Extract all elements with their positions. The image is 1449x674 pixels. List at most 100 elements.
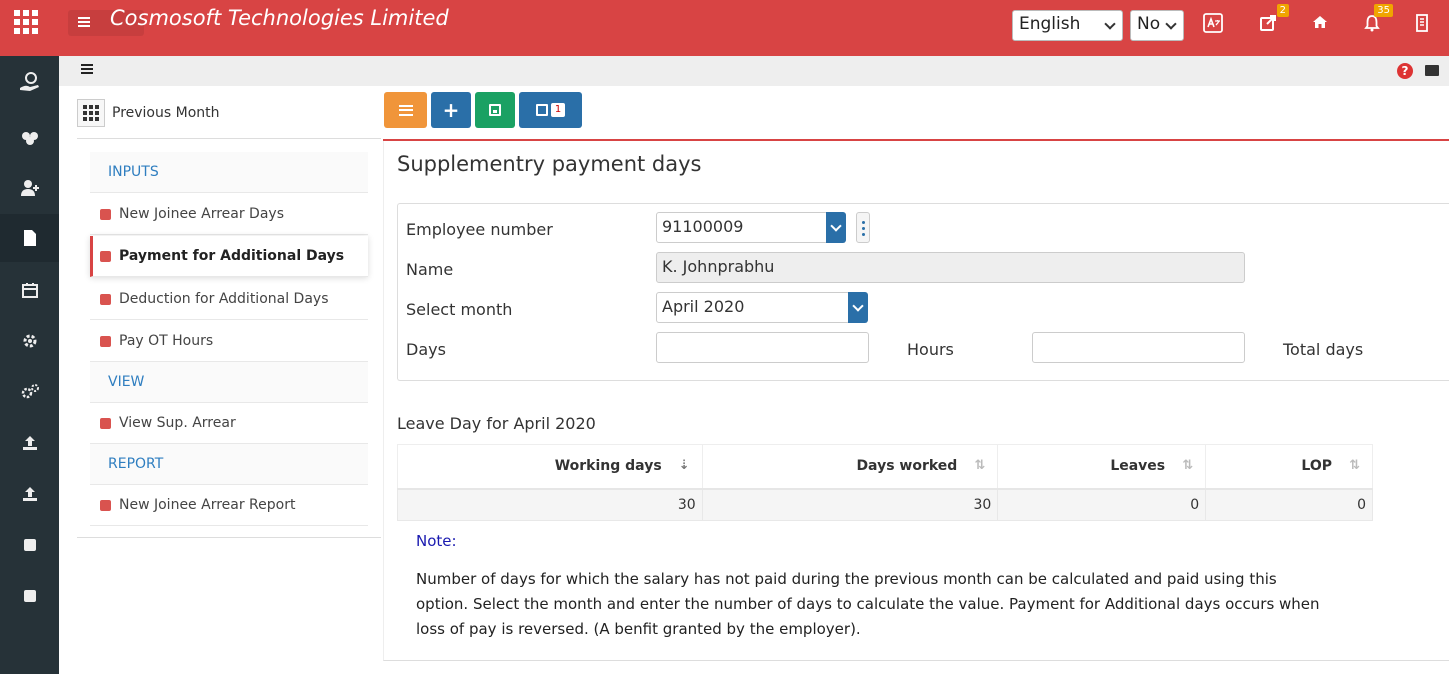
column-header-lop[interactable]: LOP ⇅ (1205, 444, 1373, 490)
hours-label: Hours (907, 340, 954, 359)
external-link-icon (535, 104, 548, 116)
folder-icon[interactable] (1425, 65, 1439, 76)
gears-icon (21, 384, 39, 399)
previous-month-header[interactable]: Previous Month (77, 99, 220, 127)
module-menu: INPUTS New Joinee Arrear Days Payment fo… (77, 138, 381, 538)
upload-icon (22, 436, 37, 450)
days-input[interactable] (656, 332, 869, 363)
save-icon (489, 104, 501, 116)
total-days-label: Total days (1283, 340, 1364, 359)
name-field: K. Johnprabhu (656, 252, 1245, 283)
nav-settings[interactable] (0, 317, 59, 365)
main-sidebar (0, 56, 59, 674)
column-label: LOP (1301, 458, 1332, 475)
square-icon (23, 539, 36, 551)
upload-icon (22, 487, 37, 501)
hamburger-icon[interactable] (81, 64, 93, 74)
option-value: No (1137, 14, 1161, 34)
gear-icon (23, 334, 36, 348)
sort-icon: ⇣ (678, 458, 690, 473)
calendar-icon (21, 283, 38, 298)
column-label: Days worked (856, 458, 958, 475)
month-select[interactable]: April 2020 (656, 292, 850, 323)
select-month-label: Select month (406, 300, 513, 319)
bullet-square-icon (100, 335, 111, 347)
nav-advanced-settings[interactable] (0, 368, 59, 416)
export-badge: 1 (550, 103, 566, 117)
money-hand-icon (19, 72, 39, 91)
column-header-days-worked[interactable]: Days worked ⇅ (701, 444, 999, 490)
bell-icon[interactable]: 35 (1361, 4, 1393, 36)
nav-upload[interactable] (0, 419, 59, 467)
tasks-icon[interactable]: 2 (1257, 4, 1289, 36)
nav-module-b[interactable] (0, 572, 59, 620)
hours-input[interactable] (1032, 332, 1245, 363)
cell-days-worked: 30 (701, 488, 999, 521)
note-text: Number of days for which the salary has … (416, 570, 1320, 638)
sort-icon: ⇅ (974, 458, 986, 473)
menu-label: Pay OT Hours (119, 333, 214, 349)
more-options-icon[interactable] (856, 212, 870, 243)
apps-grid-icon[interactable] (14, 10, 40, 34)
cell-working-days: 30 (397, 488, 703, 521)
column-header-leaves[interactable]: Leaves ⇅ (997, 444, 1207, 490)
document-icon (23, 230, 36, 246)
column-label: Leaves (1110, 458, 1166, 475)
nav-calendar[interactable] (0, 266, 59, 314)
menu-pay-ot-hours[interactable]: Pay OT Hours (90, 321, 368, 362)
days-label: Days (406, 340, 446, 359)
menu-label: View Sup. Arrear (119, 415, 236, 431)
leave-table: Working days ⇣ Days worked ⇅ Leaves ⇅ LO… (397, 444, 1373, 521)
nav-payroll[interactable] (0, 58, 59, 106)
nav-upload-2[interactable] (0, 470, 59, 518)
bullet-square-icon (100, 499, 111, 511)
export-button[interactable]: 1 (519, 92, 582, 128)
list-button[interactable] (384, 92, 427, 128)
note-label: Note: (416, 532, 457, 550)
section-inputs: INPUTS (90, 152, 368, 193)
menu-view-sup-arrear[interactable]: View Sup. Arrear (90, 403, 368, 444)
section-report: REPORT (90, 444, 368, 485)
chevron-down-icon (1104, 18, 1116, 30)
save-button[interactable] (475, 92, 515, 128)
language-value: English (1019, 14, 1081, 34)
menu-new-joinee-arrear-report[interactable]: New Joinee Arrear Report (90, 485, 368, 526)
menu-payment-for-additional-days[interactable]: Payment for Additional Days (90, 236, 368, 277)
menu-label: New Joinee Arrear Report (119, 497, 296, 513)
table-row: 30 30 0 0 (397, 488, 1373, 521)
translate-icon[interactable] (1202, 12, 1224, 34)
column-header-working-days[interactable]: Working days ⇣ (397, 444, 703, 490)
bullet-square-icon (100, 293, 111, 305)
employee-number-input[interactable]: 91100009 (656, 212, 828, 243)
bullet-square-icon (100, 417, 111, 429)
name-label: Name (406, 260, 454, 279)
building-icon[interactable] (1411, 14, 1433, 36)
month-dropdown-button[interactable] (848, 292, 868, 323)
nav-documents[interactable] (0, 214, 59, 262)
hamburger-icon (78, 17, 90, 27)
employee-dropdown-button[interactable] (826, 212, 846, 243)
help-icon[interactable]: ? (1397, 63, 1413, 79)
grid-icon[interactable] (77, 99, 105, 127)
menu-label: Payment for Additional Days (119, 248, 345, 264)
user-plus-icon (20, 180, 39, 196)
top-bar: Cosmosoft Technologies Limited English N… (0, 0, 1449, 56)
menu-deduction-for-additional-days[interactable]: Deduction for Additional Days (90, 279, 368, 320)
nav-team[interactable] (0, 114, 59, 162)
nav-add-user[interactable] (0, 164, 59, 212)
home-icon[interactable] (1309, 14, 1331, 36)
menu-label: Deduction for Additional Days (119, 291, 329, 307)
option-select[interactable]: No (1130, 10, 1184, 41)
add-button[interactable]: + (431, 92, 471, 128)
bullet-square-icon (100, 208, 111, 220)
previous-month-label: Previous Month (112, 105, 220, 121)
employee-number-label: Employee number (406, 220, 553, 239)
menu-new-joinee-arrear-days[interactable]: New Joinee Arrear Days (90, 194, 368, 235)
nav-module-a[interactable] (0, 521, 59, 569)
list-icon (398, 104, 413, 116)
sort-icon: ⇅ (1349, 458, 1360, 473)
users-icon (21, 132, 38, 145)
language-select[interactable]: English (1012, 10, 1123, 41)
column-label: Working days (554, 458, 662, 475)
sort-icon: ⇅ (1182, 458, 1194, 473)
